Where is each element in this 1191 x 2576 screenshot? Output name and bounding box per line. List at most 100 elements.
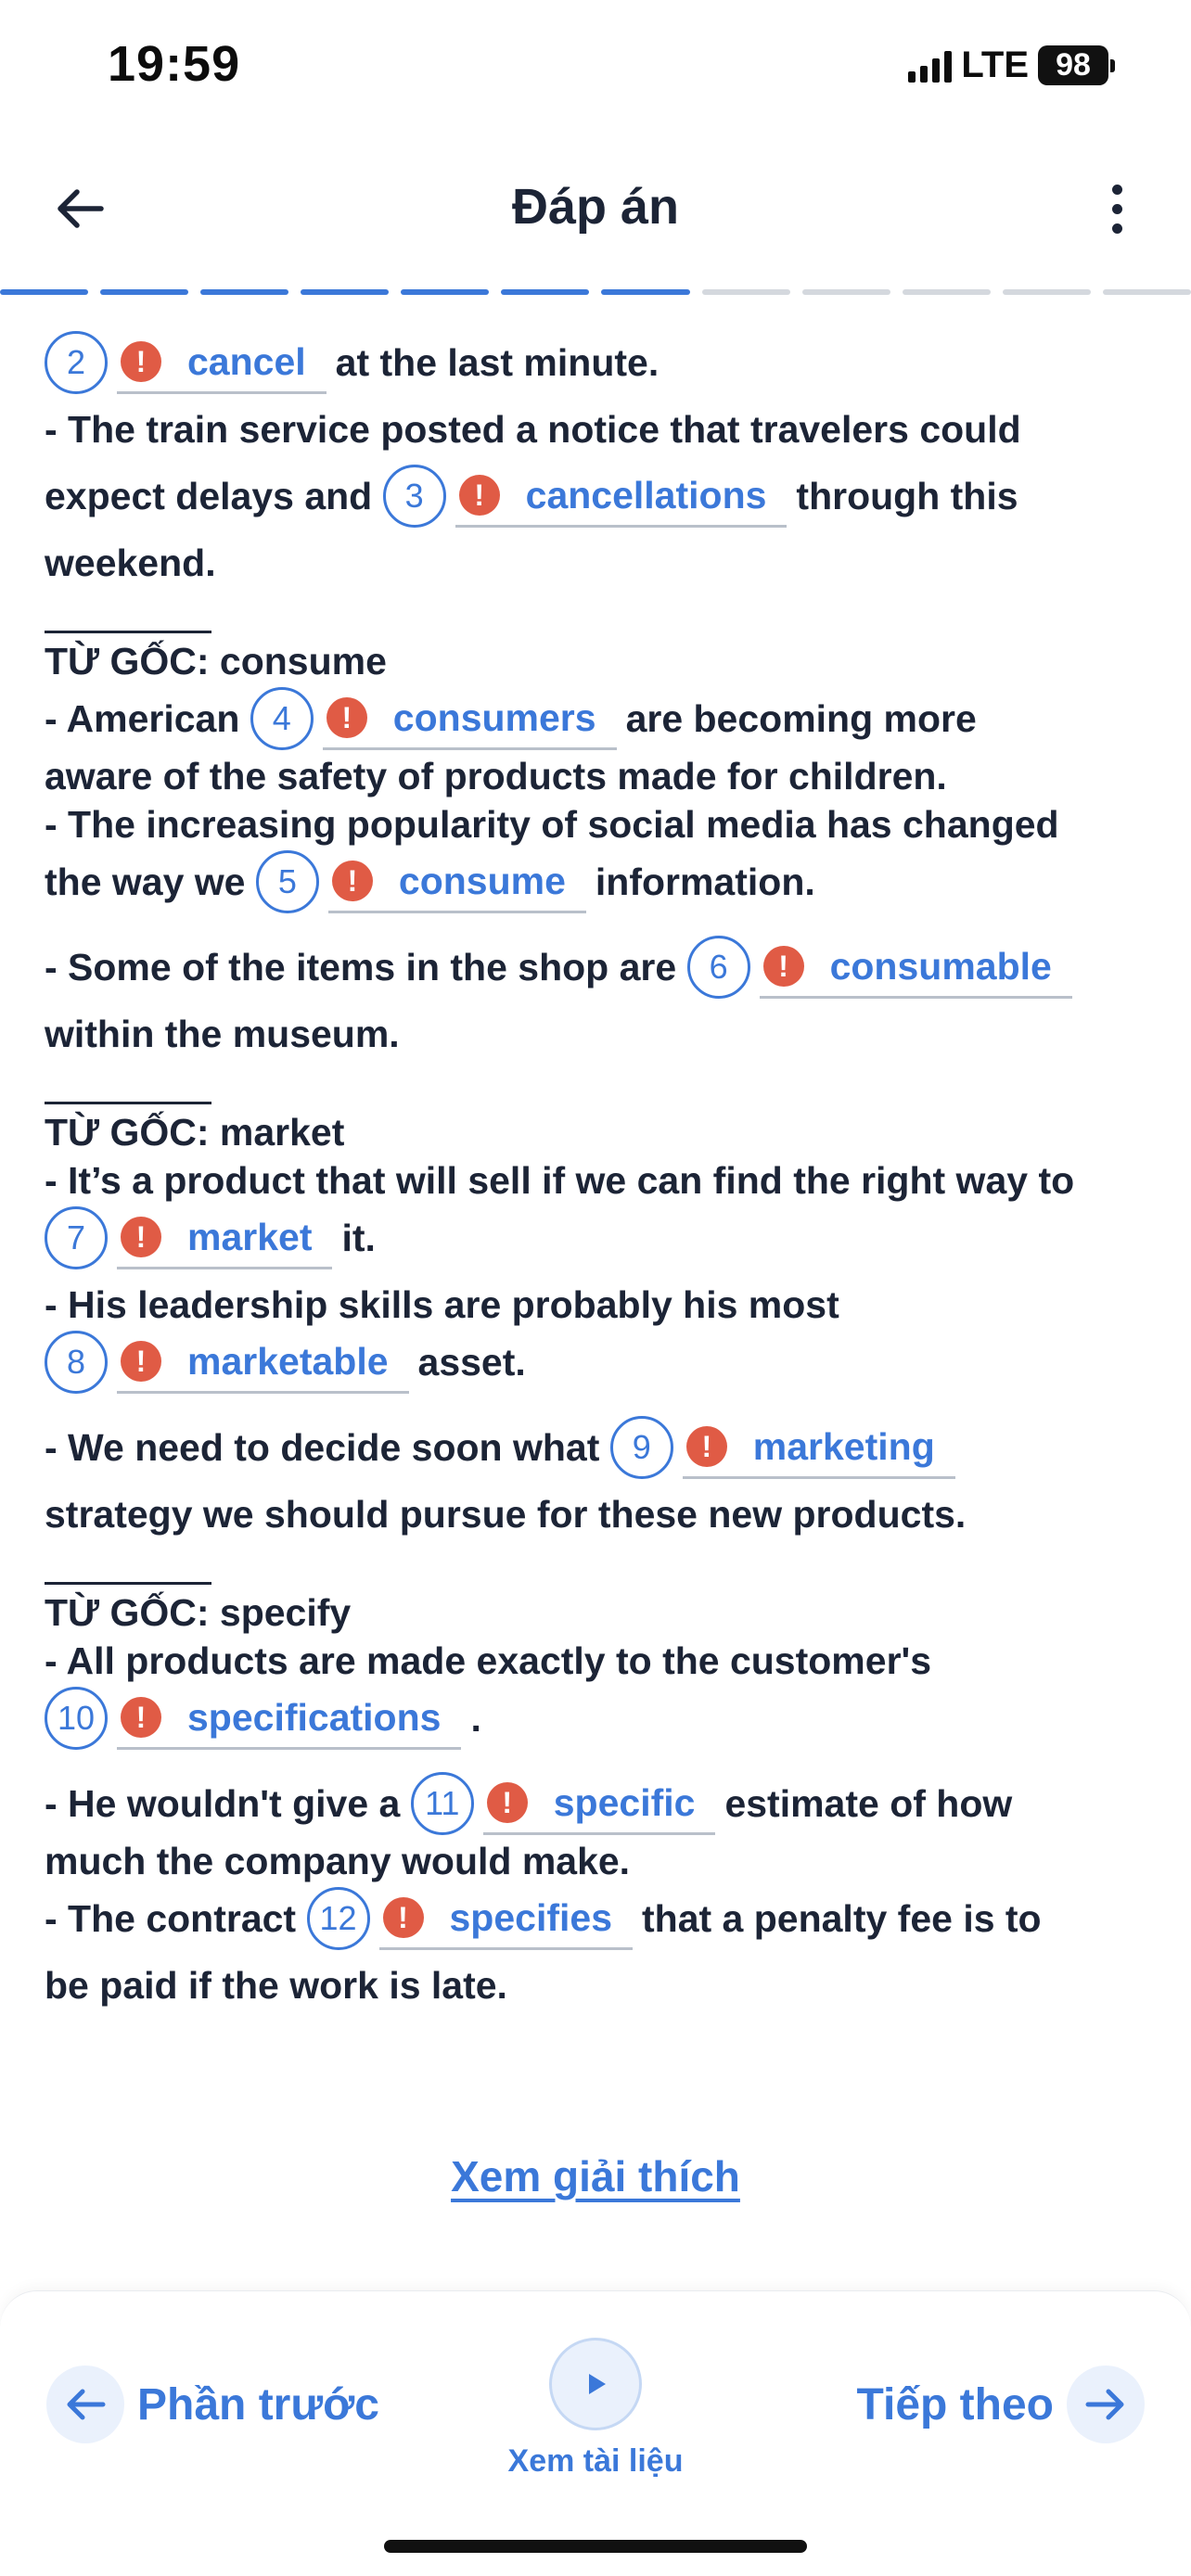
sentence-line: - American 4 ! consumers are becoming mor… (45, 685, 1148, 752)
question-number: 6 (686, 936, 750, 999)
view-explanation-link[interactable]: Xem giải thích (0, 2151, 1191, 2201)
progress-segment (1102, 289, 1191, 295)
status-time: 19:59 (108, 36, 241, 92)
answer-blank[interactable]: ! specific (482, 1772, 716, 1835)
answer-blank[interactable]: ! consume (327, 850, 586, 913)
network-label: LTE (961, 45, 1029, 85)
root-word-label: TỪ GỐC: (45, 640, 210, 682)
root-word-value: consume (219, 640, 387, 682)
sentence-text: that a penalty fee is to (642, 1897, 1042, 1940)
alert-icon: ! (121, 1340, 161, 1382)
sentence-line: 7 ! market it. (45, 1205, 1148, 1271)
alert-icon: ! (762, 945, 804, 987)
sentence-text: - He wouldn't give a (45, 1782, 401, 1825)
root-word-heading: TỪ GỐC: specify (45, 1588, 1148, 1637)
question-number: 11 (410, 1772, 474, 1835)
answer-blank[interactable]: ! market (117, 1206, 333, 1269)
sentence-line: strategy we should pursue for these new … (45, 1493, 967, 1536)
question-number: 8 (45, 1331, 108, 1394)
answer-text: specific (553, 1780, 696, 1824)
answer-text: cancel (187, 339, 306, 383)
root-word-label: TỪ GỐC: (45, 1111, 210, 1154)
sentence-text: at the last minute. (335, 341, 660, 384)
answer-text: consumers (392, 695, 596, 739)
sentence-line: aware of the safety of products made for… (45, 755, 947, 797)
progress-segment (902, 289, 991, 295)
progress-segment (0, 289, 89, 295)
sentence-text: - Some of the items in the shop are (45, 946, 677, 988)
sentence-line: 8 ! marketable asset. (45, 1329, 1148, 1396)
sentence-line: much the company would make. (45, 1840, 631, 1882)
sentence-text: are becoming more (625, 697, 977, 740)
question-number: 2 (45, 331, 108, 394)
sentence-line: - All products are made exactly to the c… (45, 1639, 932, 1682)
alert-icon: ! (121, 1696, 161, 1738)
more-options-button[interactable] (1089, 176, 1145, 241)
more-vertical-icon (1111, 184, 1122, 195)
next-button[interactable]: Tiếp theo (857, 2366, 1145, 2443)
question-number: 12 (306, 1887, 370, 1950)
sentence-text: - The contract (45, 1897, 297, 1940)
progress-segment (801, 289, 890, 295)
next-label: Tiếp theo (856, 2379, 1054, 2429)
question-number: 3 (382, 465, 446, 528)
play-icon (549, 2338, 642, 2430)
sentence-line: - He wouldn't give a 11 ! specific estima… (45, 1770, 1148, 1837)
sentence-line: - The increasing popularity of social me… (45, 803, 1059, 846)
progress-segment (701, 289, 790, 295)
root-word-heading: TỪ GỐC: market (45, 1108, 1148, 1156)
sentence-line: the way we 5 ! consume information. (45, 848, 1148, 915)
answer-blank[interactable]: ! consumable (759, 936, 1072, 999)
alert-icon: ! (121, 1216, 161, 1257)
sentence-line: - Some of the items in the shop are 6 ! c… (45, 934, 1148, 1001)
alert-icon: ! (382, 1896, 424, 1938)
question-number: 4 (250, 687, 314, 750)
answer-blank[interactable]: ! specifications (117, 1687, 462, 1750)
answer-text: specifies (449, 1895, 613, 1939)
alert-icon: ! (458, 474, 500, 516)
bottom-nav: Phần trước Xem tài liệu Tiếp theo (0, 2290, 1191, 2576)
answer-blank[interactable]: ! marketing (682, 1416, 955, 1479)
answer-text: specifications (187, 1695, 442, 1739)
question-number: 5 (255, 850, 319, 913)
progress-segment (100, 289, 189, 295)
progress-segment (401, 289, 490, 295)
section-divider (45, 1067, 211, 1104)
root-word-value: specify (219, 1591, 352, 1634)
answer-blank[interactable]: ! marketable (117, 1331, 409, 1394)
sentence-text: estimate of how (724, 1782, 1013, 1825)
root-word-label: TỪ GỐC: (45, 1591, 210, 1634)
sentence-line: within the museum. (45, 1013, 400, 1055)
answer-blank[interactable]: ! specifies (378, 1887, 633, 1950)
sentence-line: be paid if the work is late. (45, 1964, 507, 2007)
sentence-line: weekend. (45, 542, 216, 584)
question-number: 9 (609, 1416, 673, 1479)
sentence-line: 10 ! specifications . (45, 1685, 1148, 1752)
section-divider (45, 1548, 211, 1585)
question-number: 10 (45, 1687, 108, 1750)
answer-text: marketable (187, 1339, 389, 1383)
answer-text: marketing (752, 1424, 935, 1468)
answer-blank[interactable]: ! cancellations (455, 465, 788, 528)
home-indicator (384, 2540, 807, 2553)
progress-segment (301, 289, 390, 295)
view-document-label: Xem tài liệu (507, 2443, 684, 2479)
alert-icon: ! (486, 1781, 528, 1823)
question-number: 7 (45, 1206, 108, 1269)
answer-text: cancellations (525, 473, 767, 516)
alert-icon: ! (326, 696, 367, 738)
sentence-text: through this (796, 475, 1018, 517)
answer-text: consume (398, 859, 566, 902)
progress-segment (501, 289, 590, 295)
sentence-text: . (470, 1697, 481, 1740)
answer-blank[interactable]: ! cancel (117, 331, 327, 394)
alert-icon: ! (121, 340, 161, 382)
app-header: Đáp án (0, 148, 1191, 269)
sentence-line: - His leadership skills are probably his… (45, 1283, 839, 1326)
answer-text: consumable (829, 944, 1052, 988)
alert-icon: ! (331, 860, 373, 901)
arrow-right-icon (1067, 2366, 1145, 2443)
root-word-value: market (219, 1111, 345, 1154)
battery-icon: 98 (1038, 45, 1115, 85)
answer-blank[interactable]: ! consumers (322, 687, 617, 750)
